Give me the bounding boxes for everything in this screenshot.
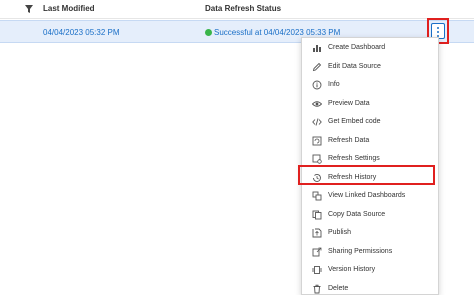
bar-chart-icon xyxy=(313,45,321,52)
menu-item-preview-data[interactable]: Preview Data xyxy=(302,95,438,114)
info-icon xyxy=(312,80,322,90)
table-header: Last Modified Data Refresh Status xyxy=(0,0,474,19)
menu-item-label: Refresh Settings xyxy=(328,155,380,162)
publish-icon xyxy=(312,228,322,238)
menu-item-label: Publish xyxy=(328,229,351,236)
menu-item-sharing-permissions[interactable]: Sharing Permissions xyxy=(302,243,438,262)
refresh-data-icon xyxy=(312,136,322,145)
refresh-status-cell: Successful at 04/04/2023 05:33 PM xyxy=(214,28,341,37)
kebab-dot-icon xyxy=(437,31,439,33)
menu-item-label: Edit Data Source xyxy=(328,62,381,70)
menu-item-edit-data-source[interactable]: Edit Data Source xyxy=(302,58,438,77)
share-icon xyxy=(312,247,322,256)
menu-item-info[interactable]: Info xyxy=(302,76,438,95)
menu-item-view-linked-dashboards[interactable]: View Linked Dashboards xyxy=(302,187,438,206)
menu-item-delete[interactable]: Delete xyxy=(302,280,438,295)
refresh-history-highlight-frame xyxy=(298,165,435,185)
menu-item-get-embed-code[interactable]: Get Embed code xyxy=(302,113,438,132)
menu-item-label: View Linked Dashboards xyxy=(328,192,406,199)
refresh-settings-icon xyxy=(312,154,322,164)
menu-item-label: Info xyxy=(328,81,340,88)
trash-icon xyxy=(313,284,321,293)
column-header-data-refresh-status[interactable]: Data Refresh Status xyxy=(205,4,281,13)
copy-icon xyxy=(312,210,322,219)
menu-item-publish[interactable]: Publish xyxy=(302,224,438,243)
menu-item-label: Refresh Data xyxy=(328,136,370,144)
column-header-last-modified[interactable]: Last Modified xyxy=(43,4,95,13)
menu-item-label: Get Embed code xyxy=(328,118,381,125)
filter-icon[interactable] xyxy=(24,4,34,14)
menu-item-create-dashboard[interactable]: Create Dashboard xyxy=(302,39,438,58)
menu-item-label: Sharing Permissions xyxy=(328,247,393,255)
menu-item-refresh-data[interactable]: Refresh Data xyxy=(302,132,438,151)
code-icon xyxy=(312,118,322,126)
success-status-icon xyxy=(205,29,212,36)
pencil-icon xyxy=(312,62,322,71)
last-modified-cell: 04/04/2023 05:32 PM xyxy=(43,28,120,37)
menu-item-label: Version History xyxy=(328,266,376,273)
linked-dashboards-icon xyxy=(312,191,322,201)
eye-icon xyxy=(312,100,322,107)
version-icon xyxy=(312,266,322,274)
menu-item-copy-data-source[interactable]: Copy Data Source xyxy=(302,206,438,225)
menu-item-label: Delete xyxy=(328,284,349,292)
menu-item-label: Preview Data xyxy=(328,99,370,107)
kebab-dot-icon xyxy=(437,27,439,29)
menu-item-label: Copy Data Source xyxy=(328,210,386,218)
menu-item-version-history[interactable]: Version History xyxy=(302,261,438,280)
menu-item-label: Create Dashboard xyxy=(328,44,386,51)
